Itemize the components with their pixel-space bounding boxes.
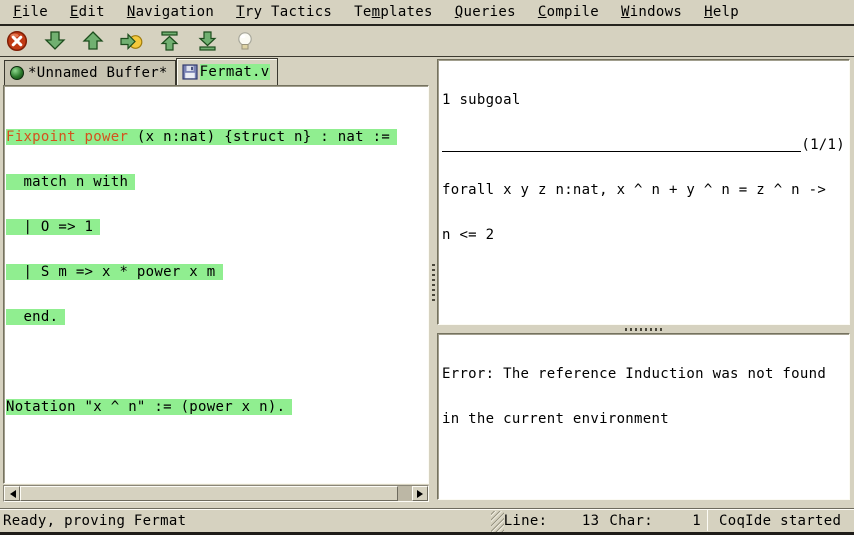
arrow-left-icon [6, 490, 16, 498]
hint-button[interactable] [233, 29, 257, 53]
scrollbar-left-button[interactable] [4, 486, 20, 501]
lightbulb-hint-icon [234, 30, 256, 52]
resize-grip-icon[interactable] [491, 511, 504, 532]
main-area: *Unnamed Buffer* Fermat.v Fixpoint power… [0, 56, 854, 508]
menu-item-try-tactics[interactable]: Try Tactics [225, 2, 343, 23]
status-ready-text: Ready, proving Fermat [0, 513, 491, 529]
tab-unnamed-buffer-label: *Unnamed Buffer* [28, 65, 168, 81]
tab-fermat-v[interactable]: Fermat.v [176, 58, 278, 85]
buffer-tabbar: *Unnamed Buffer* Fermat.v [3, 57, 429, 85]
code-line [6, 445, 428, 460]
menu-item-navigation[interactable]: Navigation [116, 2, 225, 23]
stop-button[interactable] [5, 29, 29, 53]
goal-rule-line [442, 151, 801, 152]
code-line [6, 355, 428, 370]
code-line: | S m => x * power x m [6, 265, 428, 280]
char-label: Char: [609, 513, 653, 529]
error-line: Error: The reference Induction was not f… [442, 367, 845, 382]
menu-item-help[interactable]: Help [693, 2, 750, 23]
line-value: 13 [547, 513, 599, 529]
code-line: match n with [6, 175, 428, 190]
error-line: in the current environment [442, 412, 845, 427]
tab-fermat-v-label: Fermat.v [200, 64, 270, 80]
goal-line: forall x y z n:nat, x ^ n + y ^ n = z ^ … [442, 183, 845, 198]
panel-divider[interactable] [437, 325, 850, 333]
menu-item-windows[interactable]: Windows [610, 2, 693, 23]
goal-header: 1 subgoal [442, 93, 845, 108]
goal-index: (1/1) [801, 138, 845, 153]
save-floppy-icon [182, 64, 198, 80]
line-label: Line: [504, 513, 548, 529]
goto-cursor-button[interactable] [119, 29, 143, 53]
proof-pane: 1 subgoal (1/1) forall x y z n:nat, x ^ … [437, 59, 850, 500]
script-pane: *Unnamed Buffer* Fermat.v Fixpoint power… [0, 57, 429, 508]
code-line: Fixpoint power (x n:nat) {struct n} : na… [6, 130, 428, 145]
menu-item-compile[interactable]: Compile [527, 2, 610, 23]
menu-item-templates[interactable]: Templates [343, 2, 444, 23]
goal-separator: (1/1) [442, 138, 845, 153]
status-message: CoqIde started [708, 513, 854, 529]
go-down-icon [44, 30, 66, 52]
go-top-button[interactable] [157, 29, 181, 53]
code-line: Notation "x ^ n" := (power x n). [6, 400, 428, 415]
goto-cursor-icon [119, 30, 143, 52]
char-value: 1 [653, 513, 701, 529]
scrollbar-track[interactable] [398, 486, 412, 501]
stop-icon [6, 30, 28, 52]
pane-splitter[interactable] [429, 57, 437, 508]
message-panel[interactable]: Error: The reference Induction was not f… [437, 333, 850, 500]
buffer-status-icon [10, 66, 24, 80]
script-editor[interactable]: Fixpoint power (x n:nat) {struct n} : na… [3, 85, 429, 484]
go-top-icon [158, 30, 180, 52]
menu-item-queries[interactable]: Queries [444, 2, 527, 23]
status-bar: Ready, proving Fermat Line: 13 Char: 1 C… [0, 508, 854, 535]
h-scrollbar[interactable] [3, 485, 429, 502]
toolbar [0, 26, 854, 56]
go-bottom-icon [196, 30, 218, 52]
go-up-icon [82, 30, 104, 52]
scrollbar-thumb[interactable] [20, 486, 398, 501]
tab-unnamed-buffer[interactable]: *Unnamed Buffer* [4, 60, 176, 85]
code-line: end. [6, 310, 428, 325]
go-bottom-button[interactable] [195, 29, 219, 53]
goal-panel[interactable]: 1 subgoal (1/1) forall x y z n:nat, x ^ … [437, 59, 850, 325]
arrow-right-icon [417, 490, 427, 498]
code-line: | O => 1 [6, 220, 428, 235]
go-up-button[interactable] [81, 29, 105, 53]
splitter-grip-icon [432, 264, 435, 302]
divider-grip-icon [625, 328, 663, 331]
go-down-button[interactable] [43, 29, 67, 53]
menu-item-edit[interactable]: Edit [59, 2, 116, 23]
coqide-window: File Edit Navigation Try Tactics Templat… [0, 0, 854, 535]
menubar: File Edit Navigation Try Tactics Templat… [0, 0, 854, 26]
menu-item-file[interactable]: File [2, 2, 59, 23]
scrollbar-right-button[interactable] [412, 486, 428, 501]
goal-line: n <= 2 [442, 228, 845, 243]
